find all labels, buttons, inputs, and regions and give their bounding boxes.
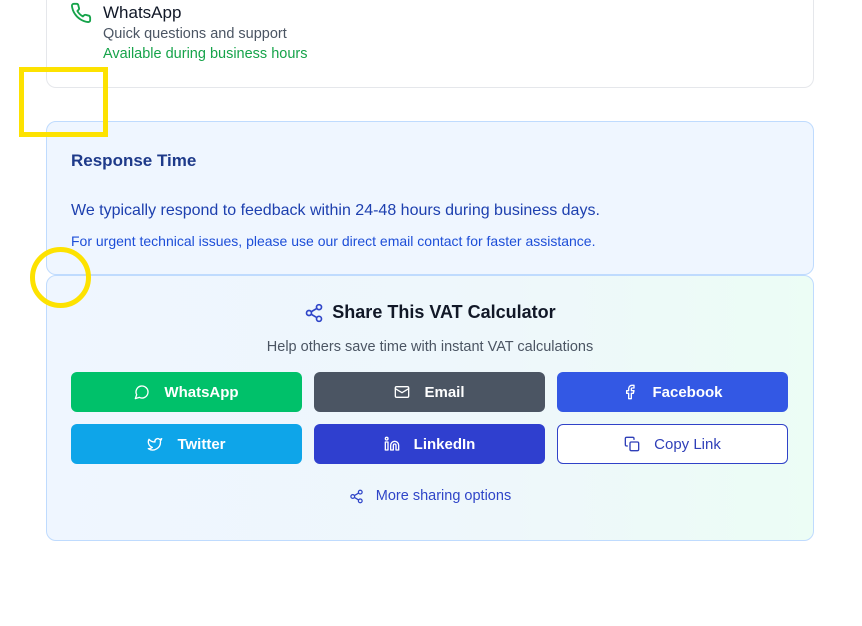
share-linkedin-button[interactable]: LinkedIn bbox=[314, 424, 545, 464]
share-twitter-button[interactable]: Twitter bbox=[71, 424, 302, 464]
more-sharing-options-link[interactable]: More sharing options bbox=[47, 488, 813, 504]
share-twitter-label: Twitter bbox=[177, 435, 226, 453]
share-icon bbox=[305, 303, 323, 322]
linkedin-icon bbox=[384, 436, 399, 451]
share-icon bbox=[350, 489, 363, 503]
share-facebook-label: Facebook bbox=[652, 383, 723, 401]
twitter-icon bbox=[148, 438, 163, 451]
mail-icon bbox=[395, 386, 410, 398]
share-subtitle: Help others save time with instant VAT c… bbox=[266, 339, 594, 355]
whatsapp-subtitle: Quick questions and support bbox=[103, 26, 287, 42]
message-circle-icon bbox=[135, 385, 150, 400]
share-linkedin-label: LinkedIn bbox=[413, 435, 476, 453]
response-time-note: For urgent technical issues, please use … bbox=[71, 233, 596, 249]
facebook-icon bbox=[626, 384, 636, 400]
whatsapp-title: WhatsApp bbox=[103, 3, 182, 22]
more-sharing-options-label: More sharing options bbox=[375, 488, 512, 504]
copy-icon bbox=[624, 436, 640, 452]
response-time-body: We typically respond to feedback within … bbox=[71, 202, 600, 219]
copy-link-label: Copy Link bbox=[654, 435, 721, 453]
share-title: Share This VAT Calculator bbox=[332, 302, 556, 322]
response-time-title: Response Time bbox=[71, 151, 197, 170]
response-time-card: Response Time We typically respond to fe… bbox=[46, 121, 814, 275]
copy-link-button[interactable]: Copy Link bbox=[557, 424, 788, 464]
share-email-label: Email bbox=[424, 383, 465, 401]
share-heading: Share This VAT Calculator bbox=[47, 302, 813, 323]
phone-icon bbox=[71, 2, 92, 23]
share-email-button[interactable]: Email bbox=[314, 372, 545, 412]
share-facebook-button[interactable]: Facebook bbox=[557, 372, 788, 412]
share-card: Share This VAT Calculator Help others sa… bbox=[46, 275, 814, 541]
share-whatsapp-button[interactable]: WhatsApp bbox=[71, 372, 302, 412]
whatsapp-availability: Available during business hours bbox=[103, 46, 308, 62]
share-whatsapp-label: WhatsApp bbox=[164, 383, 239, 401]
highlight-circle-marker bbox=[30, 247, 91, 308]
highlight-square-marker bbox=[19, 67, 108, 137]
